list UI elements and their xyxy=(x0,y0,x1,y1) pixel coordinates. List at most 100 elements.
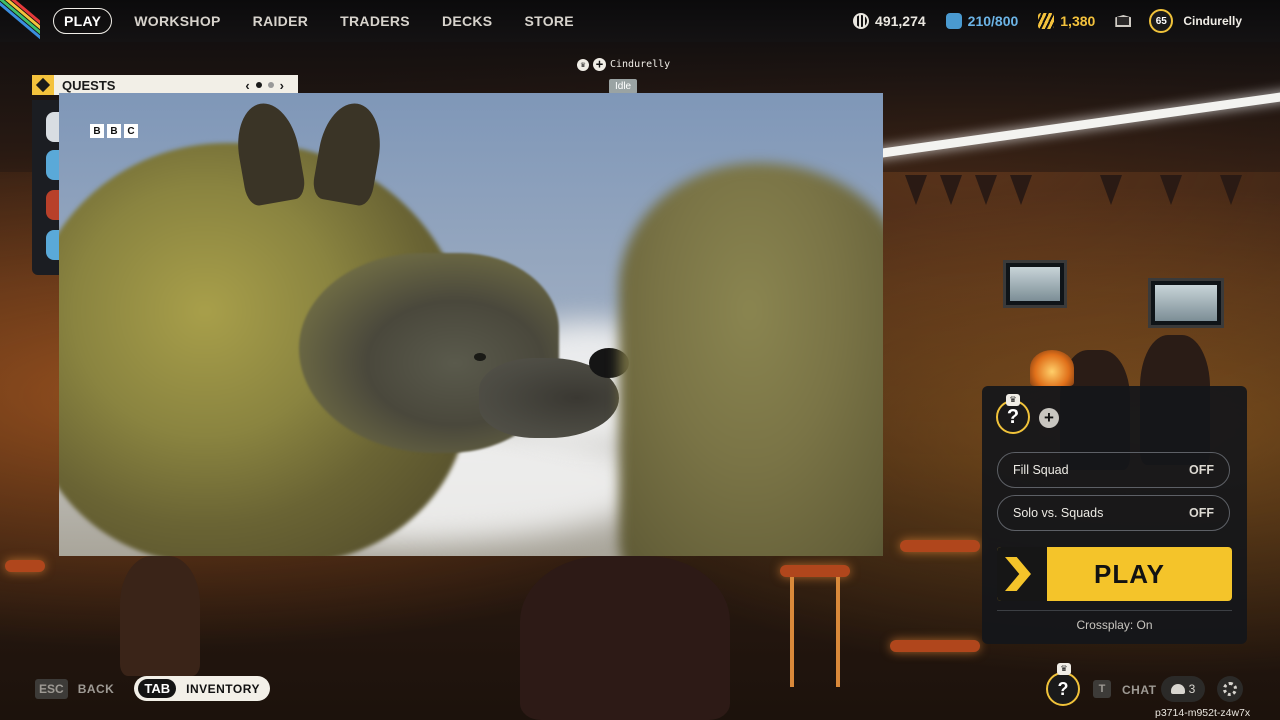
squad-panel: ? ♛ + Fill Squad OFF Solo vs. Squads OFF… xyxy=(982,386,1247,644)
coins-value: 491,274 xyxy=(875,13,926,29)
chevron-right-icon[interactable]: › xyxy=(280,78,284,93)
tab-key-hint: TAB xyxy=(138,679,177,698)
crown-icon: ♛ xyxy=(577,58,589,71)
add-icon[interactable]: + xyxy=(593,58,606,71)
bunting-flag xyxy=(940,175,962,205)
nav-raider[interactable]: RAIDER xyxy=(253,13,308,29)
bar-stool xyxy=(780,565,850,577)
play-button[interactable]: PLAY xyxy=(997,547,1232,601)
gear-icon xyxy=(1223,682,1237,696)
quests-pager: ‹ › xyxy=(245,78,284,93)
nav-store[interactable]: STORE xyxy=(524,13,573,29)
nav-play[interactable]: PLAY xyxy=(53,8,113,34)
tv-screen xyxy=(1003,260,1067,308)
slot-question: ? xyxy=(1006,405,1020,428)
token-icon xyxy=(945,13,962,29)
coins-currency[interactable]: 491,274 xyxy=(853,13,926,29)
nav-traders[interactable]: TRADERS xyxy=(340,13,410,29)
page-dot xyxy=(267,82,274,88)
settings-button[interactable] xyxy=(1217,676,1243,702)
logo-letter: B xyxy=(90,124,104,138)
friends-icon xyxy=(1170,684,1185,694)
bar-stool xyxy=(5,560,45,572)
quest-item[interactable] xyxy=(46,230,60,260)
friends-button[interactable]: 3 xyxy=(1161,676,1205,702)
friends-count: 3 xyxy=(1188,682,1196,696)
player-nameplate: ♛ + Cindurelly xyxy=(577,58,670,71)
page-dot-active xyxy=(255,82,262,88)
tv-screen xyxy=(1148,278,1224,328)
tokens-currency[interactable]: 210/800 xyxy=(945,13,1019,29)
quest-item[interactable] xyxy=(46,112,60,142)
crown-icon: ♛ xyxy=(1006,394,1020,406)
nameplate-name: Cindurelly xyxy=(610,59,671,70)
helmet xyxy=(1030,350,1074,386)
seal-image xyxy=(619,163,883,556)
solo-vs-squads-toggle[interactable]: Solo vs. Squads OFF xyxy=(997,495,1230,531)
bars-currency[interactable]: 1,380 xyxy=(1038,13,1095,29)
hyena-image xyxy=(59,98,629,556)
quest-list xyxy=(32,100,62,275)
fill-squad-label: Fill Squad xyxy=(1013,463,1069,477)
video-overlay[interactable]: B B C xyxy=(59,93,883,556)
bunting-flag xyxy=(975,175,997,205)
top-navigation-bar: PLAY WORKSHOP RAIDER TRADERS DECKS STORE… xyxy=(0,0,1280,42)
bar-stool-leg xyxy=(790,577,794,687)
bottom-left-actions: ESC BACK TAB INVENTORY xyxy=(35,676,270,701)
player-profile[interactable]: 65 Cindurelly xyxy=(1149,9,1242,33)
inventory-label: INVENTORY xyxy=(186,681,260,696)
nav-decks[interactable]: DECKS xyxy=(442,13,493,29)
status-text: Idle xyxy=(615,81,632,92)
solo-vs-squads-label: Solo vs. Squads xyxy=(1013,506,1104,520)
quests-header: QUESTS ‹ › xyxy=(32,75,298,95)
add-member-button[interactable]: + xyxy=(1039,408,1059,428)
quest-item[interactable] xyxy=(46,150,60,180)
bunting-flag xyxy=(905,175,927,205)
bunting-flag xyxy=(1100,175,1122,205)
fill-squad-value: OFF xyxy=(1189,463,1214,477)
inventory-button[interactable]: TAB INVENTORY xyxy=(134,676,270,701)
bars-value: 1,380 xyxy=(1060,13,1096,29)
bunting-flag xyxy=(1160,175,1182,205)
slot-question: ? xyxy=(1057,678,1069,699)
divider xyxy=(997,610,1232,611)
play-button-label: PLAY xyxy=(1094,558,1165,589)
quest-diamond-icon xyxy=(32,75,54,95)
bars-icon xyxy=(1038,13,1055,29)
session-id: p3714-m952t-z4w7x xyxy=(1155,707,1251,719)
chevron-left-icon[interactable]: ‹ xyxy=(245,78,249,93)
crown-icon: ♛ xyxy=(1057,663,1071,675)
solo-vs-squads-value: OFF xyxy=(1189,506,1214,520)
background-figure xyxy=(120,556,200,676)
back-button[interactable]: BACK xyxy=(78,682,115,696)
bar-stool xyxy=(890,640,980,652)
currency-bar: 491,274 210/800 1,380 65 Cindurelly xyxy=(853,0,1280,42)
chat-button[interactable]: CHAT xyxy=(1122,683,1156,697)
nav-workshop[interactable]: WORKSHOP xyxy=(134,13,220,29)
logo-letter: B xyxy=(107,124,121,138)
bunting-flag xyxy=(1010,175,1032,205)
bar-stool-leg xyxy=(836,577,840,687)
quests-title: QUESTS xyxy=(62,77,116,93)
crossplay-status: Crossplay: On xyxy=(1076,618,1153,632)
coin-icon xyxy=(853,13,870,29)
player-name: Cindurelly xyxy=(1183,14,1242,28)
main-nav: PLAY WORKSHOP RAIDER TRADERS DECKS STORE xyxy=(53,8,606,34)
tokens-value: 210/800 xyxy=(967,13,1019,29)
hyena-eye xyxy=(474,353,486,361)
mail-icon[interactable] xyxy=(1115,15,1132,27)
bunting-flag xyxy=(1220,175,1242,205)
rainbow-stripe-logo xyxy=(0,0,40,42)
background-figure xyxy=(520,556,730,720)
chat-key-hint: T xyxy=(1093,680,1111,698)
player-level-badge: 65 xyxy=(1149,9,1174,33)
quest-item[interactable] xyxy=(46,190,60,220)
chevron-right-icon xyxy=(997,547,1047,601)
bar-stool xyxy=(900,540,980,552)
logo-letter: C xyxy=(124,124,138,138)
fill-squad-toggle[interactable]: Fill Squad OFF xyxy=(997,452,1230,488)
bbc-logo: B B C xyxy=(90,124,138,138)
squad-slot-mini[interactable]: ? xyxy=(1046,672,1080,706)
status-badge: Idle xyxy=(609,79,638,94)
esc-key-hint: ESC xyxy=(35,678,68,699)
